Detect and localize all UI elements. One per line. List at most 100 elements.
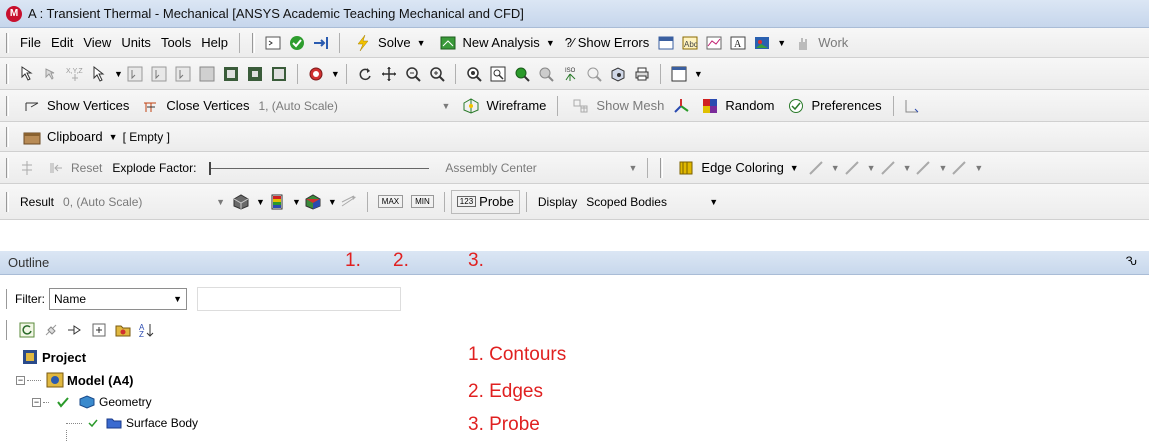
dropdown-arrow-icon[interactable]: ▼ [867,163,876,173]
collapse-icon[interactable]: − [32,397,41,407]
iso-view-icon[interactable]: ISO [561,65,579,83]
magnifier-grey-icon[interactable] [537,65,555,83]
dropdown-arrow-icon[interactable]: ▼ [328,197,337,207]
collapse-icon[interactable]: − [16,375,25,385]
viewport-icon[interactable] [670,65,688,83]
dropdown-arrow-icon[interactable]: ▼ [777,38,786,48]
expand-branch-icon[interactable] [66,321,84,339]
view-cube-icon[interactable] [609,65,627,83]
dropdown-arrow-icon[interactable]: ▼ [109,132,118,142]
reset-explode-button[interactable]: Reset [39,159,107,177]
explode-icon[interactable] [18,159,36,177]
dropdown-arrow-icon[interactable]: ▼ [628,163,637,173]
dropdown-arrow-icon[interactable]: ▼ [292,197,301,207]
image-icon[interactable] [753,34,771,52]
menu-tools[interactable]: Tools [156,35,196,50]
select-point-icon[interactable] [18,65,36,83]
zoom-region-icon[interactable] [489,65,507,83]
pan-icon[interactable] [380,65,398,83]
text-icon[interactable]: A [729,34,747,52]
dropdown-arrow-icon[interactable]: ▼ [216,197,225,207]
graph-axes-icon[interactable] [903,97,921,115]
tree-node-project[interactable]: Project [18,348,86,366]
xyz-coordinate-icon[interactable]: X,Y,Z [66,65,84,83]
dropdown-arrow-icon[interactable]: ▼ [938,163,947,173]
menu-help[interactable]: Help [196,35,233,50]
result-scale-combo[interactable]: 0, (Auto Scale) ▼ [59,195,229,209]
previous-view-icon[interactable] [585,65,603,83]
dropdown-arrow-icon[interactable]: ▼ [256,197,265,207]
toolbar-grip[interactable] [252,32,256,53]
slider-thumb[interactable] [209,161,212,175]
edge-style-2-icon[interactable] [843,159,861,177]
edge-style-1-icon[interactable] [807,159,825,177]
show-errors-button[interactable]: ?⁄ Show Errors [560,35,655,50]
toolbar-grip[interactable] [660,157,664,178]
dropdown-arrow-icon[interactable]: ▼ [417,38,426,48]
hide-item-icon[interactable] [42,321,60,339]
worksheet-button[interactable]: Work [786,34,853,52]
show-mesh-button[interactable]: Show Mesh [564,97,669,115]
select-mode-grey-icon[interactable] [42,65,60,83]
zoom-to-fit-icon[interactable] [465,65,483,83]
chart-icon[interactable] [705,34,723,52]
new-analysis-button[interactable]: New Analysis ▼ [431,34,560,52]
dropdown-arrow-icon[interactable]: ▼ [974,163,983,173]
axes-triad-icon[interactable] [672,97,690,115]
select-edge-icon[interactable] [150,65,168,83]
dropdown-arrow-icon[interactable]: ▼ [546,38,555,48]
edge-style-3-icon[interactable] [879,159,897,177]
display-combo[interactable]: Scoped Bodies ▼ [582,195,722,209]
explode-factor-slider[interactable] [209,159,430,177]
geometry-display-icon[interactable] [232,193,250,211]
edge-coloring-button[interactable]: Edge Coloring ▼ [669,159,803,177]
wireframe-button[interactable]: Wireframe [454,97,551,115]
random-colors-button[interactable]: Random [693,97,779,115]
select-body-icon[interactable] [198,65,216,83]
toolbar-grip[interactable] [6,126,9,147]
box-zoom-icon[interactable] [428,65,446,83]
dropdown-arrow-icon[interactable]: ▼ [442,101,451,111]
tree-node-surface-body[interactable]: Surface Body [64,414,198,432]
named-selection-icon[interactable] [307,65,325,83]
contours-icon[interactable] [268,193,286,211]
extend-adjacent-icon[interactable] [222,65,240,83]
folder-icon[interactable] [114,321,132,339]
toolbar-grip[interactable] [6,157,9,178]
table-icon[interactable] [657,34,675,52]
filter-combo[interactable]: Name ▼ [49,288,187,310]
select-face-icon[interactable] [174,65,192,83]
edges-icon[interactable] [304,193,322,211]
max-button[interactable]: MAX [377,195,404,208]
annotation-icon[interactable]: Abc [681,34,699,52]
preferences-button[interactable]: Preferences [779,97,886,115]
vertex-scale-combo[interactable]: 1, (Auto Scale) ▼ [254,99,454,113]
show-vertices-button[interactable]: Show Vertices [15,97,134,115]
edge-style-4-icon[interactable] [914,159,932,177]
toolbar-grip[interactable] [6,32,9,53]
console-icon[interactable] [264,34,282,52]
refresh-tree-icon[interactable] [18,321,36,339]
select-cursor-icon[interactable] [90,65,108,83]
dropdown-arrow-icon[interactable]: ▼ [709,197,718,207]
toolbar-grip[interactable] [6,63,9,84]
dropdown-arrow-icon[interactable]: ▼ [903,163,912,173]
vector-display-icon[interactable] [340,193,358,211]
menu-file[interactable]: File [15,35,46,50]
toolbar-grip[interactable] [6,289,9,309]
pin-icon[interactable]: Ԅ [1126,254,1137,268]
menu-edit[interactable]: Edit [46,35,78,50]
toolbar-grip[interactable] [6,320,9,340]
dropdown-arrow-icon[interactable]: ▼ [790,163,799,173]
printer-icon[interactable] [633,65,651,83]
dropdown-arrow-icon[interactable]: ▼ [331,69,340,79]
branch-icon[interactable] [312,34,330,52]
dropdown-arrow-icon[interactable]: ▼ [694,69,703,79]
rotate-icon[interactable] [356,65,374,83]
extend-limits-icon[interactable] [246,65,264,83]
min-button[interactable]: MIN [411,195,434,208]
tree-node-geometry[interactable]: − Geometry [32,393,152,411]
menu-units[interactable]: Units [116,35,156,50]
extend-tangent-icon[interactable] [270,65,288,83]
select-vertex-icon[interactable] [126,65,144,83]
